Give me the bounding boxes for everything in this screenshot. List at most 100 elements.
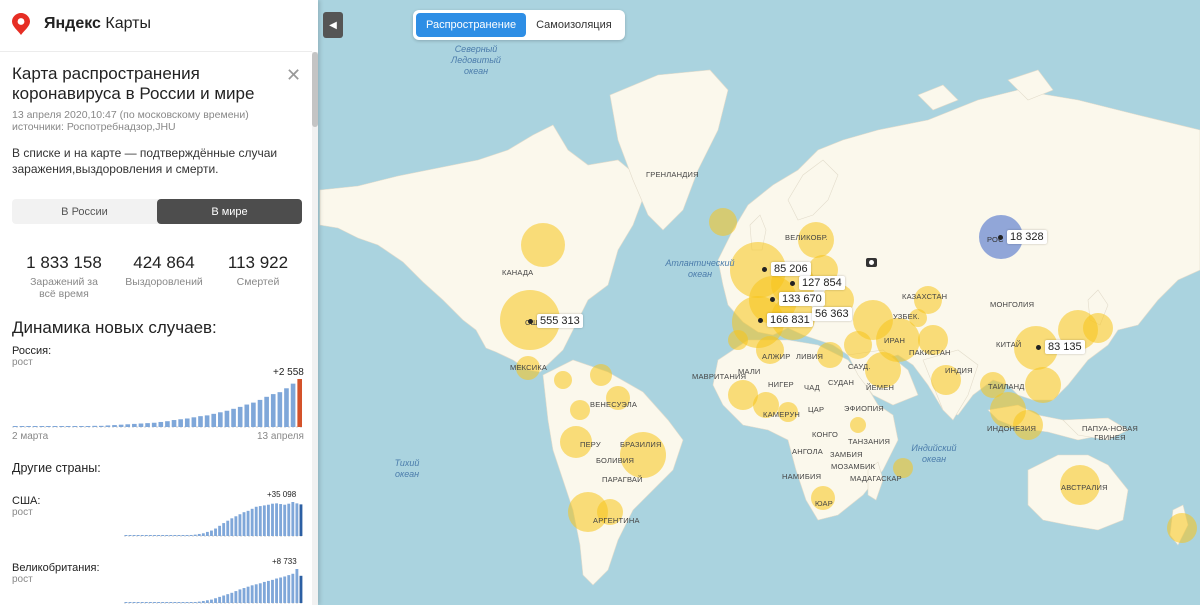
chart-bar [19, 426, 25, 427]
callout-italy[interactable]: 56 363 [812, 307, 852, 321]
callout-dot [762, 266, 767, 272]
sidebar-scrollbar[interactable] [312, 52, 318, 605]
country-label: ГРЕНЛАНДИЯ [646, 170, 699, 179]
chart-bar [262, 505, 266, 536]
chart-bar [165, 535, 169, 536]
tab-spread[interactable]: Распространение [416, 13, 527, 37]
segment-world[interactable]: В мире [157, 199, 302, 224]
chart-usa-last-value: +35 098 [267, 490, 297, 499]
bubble-canada[interactable] [521, 223, 565, 267]
chart-bar [299, 504, 303, 536]
chart-usa [124, 502, 303, 537]
country-label: ИРАН [884, 336, 906, 345]
collapse-panel-button[interactable]: ◀ [323, 12, 343, 38]
chart-bar [144, 535, 148, 536]
chart-bar [210, 599, 213, 603]
country-label: МАДАГАСКАР [850, 474, 902, 483]
country-label: АВСТРАЛИЯ [1061, 483, 1108, 492]
chart-bar [222, 523, 226, 536]
sidebar-scrollbar-thumb[interactable] [312, 52, 318, 127]
bubble-philippines[interactable] [1025, 367, 1061, 403]
chart-bar [210, 530, 213, 536]
bubble-new-zealand[interactable] [1167, 513, 1197, 543]
country-label: ТАИЛАНД [988, 382, 1025, 391]
chart-bar [291, 573, 295, 603]
chart-bar [12, 426, 18, 427]
bubble-central-america[interactable] [554, 371, 572, 389]
chart-bar [52, 426, 58, 427]
stat-label: Заражений за всё время [30, 276, 98, 300]
world-map[interactable] [318, 0, 1200, 605]
chart-bar [185, 535, 189, 536]
chart-bar [136, 602, 140, 603]
country-label: ЧАД [804, 383, 820, 392]
chart-bar [85, 426, 91, 427]
callout-spain[interactable]: 166 831 [758, 313, 813, 327]
chart-bar [125, 424, 131, 427]
bubble-kenya[interactable] [850, 417, 866, 433]
country-label: ВЕНЕСУЭЛА [590, 400, 638, 409]
callout-uk[interactable]: 85 206 [762, 262, 811, 276]
chart-bar [218, 412, 223, 427]
chart-bar [246, 586, 250, 603]
country-label: КАЗАХСТАН [902, 292, 948, 301]
callout-china[interactable]: 83 135 [1036, 340, 1085, 354]
chart-bar [279, 577, 283, 603]
chart-bar [171, 420, 177, 427]
chart-bar [205, 600, 209, 603]
bubble-caribbean[interactable] [590, 364, 612, 386]
country-label: ПАКИСТАН [909, 348, 951, 357]
sources-text: источники: Роспотребнадзор,JHU [12, 121, 176, 133]
country-label: ВЕЛИКОБР. [785, 233, 828, 242]
bubble-brazil[interactable] [620, 432, 666, 478]
chart-russia-x-end: 13 апреля [257, 431, 304, 442]
camera-icon[interactable] [866, 258, 877, 267]
chart-bar [105, 425, 111, 427]
chart-bar [181, 535, 185, 536]
stat-value: 424 864 [133, 253, 195, 272]
callout-france[interactable]: 133 670 [770, 292, 825, 306]
country-label: УЗБЕК. [893, 312, 920, 321]
callout-russia[interactable]: 18 328 [998, 230, 1047, 244]
bubble-japan[interactable] [1083, 313, 1113, 343]
chart-bar [193, 601, 197, 603]
chart-bar [284, 388, 289, 427]
dynamics-heading: Динамика новых случаев: [12, 318, 217, 337]
chart-uk-label: Великобритания: [12, 562, 100, 574]
callout-value: 166 831 [767, 313, 813, 327]
chart-bar [140, 535, 144, 536]
chart-bar [226, 520, 230, 536]
country-label: ТАНЗАНИЯ [848, 437, 891, 446]
chart-bar [32, 426, 38, 427]
panel-title: Карта распространения коронавируса в Рос… [12, 64, 255, 103]
segment-russia[interactable]: В России [12, 199, 157, 224]
country-label: КАМЕРУН [763, 410, 801, 419]
country-label: САУД. [848, 362, 871, 371]
chart-bar [39, 426, 45, 427]
chart-russia-sublabel: рост [12, 357, 33, 368]
chart-bar [234, 591, 238, 603]
bubble-israel[interactable] [844, 331, 872, 359]
callout-usa[interactable]: 555 313 [528, 314, 583, 328]
bubble-colombia[interactable] [570, 400, 590, 420]
stat-recoveries: 424 864 Выздоровлений [114, 253, 214, 288]
country-label: НАМИБИЯ [782, 472, 822, 481]
tab-isolation[interactable]: Самоизоляция [526, 13, 622, 37]
chart-bar [153, 602, 156, 603]
bubble-iceland[interactable] [709, 208, 737, 236]
chart-bar [157, 535, 161, 536]
chart-uk-last-value: +8 733 [272, 557, 297, 566]
country-label: ЭФИОПИЯ [844, 404, 884, 413]
close-icon[interactable]: ✕ [286, 66, 301, 84]
bubble-morocco[interactable] [728, 330, 748, 350]
stat-label: Смертей [236, 276, 280, 288]
chart-bar [169, 535, 173, 536]
callout-dot [790, 280, 795, 286]
chart-bar [169, 602, 173, 603]
brand-logo[interactable]: Яндекс Карты [12, 12, 151, 36]
chart-bar [132, 535, 136, 536]
callout-germany[interactable]: 127 854 [790, 276, 845, 290]
callout-dot [998, 234, 1003, 240]
chart-bar [224, 410, 230, 427]
chart-bar [161, 535, 165, 536]
